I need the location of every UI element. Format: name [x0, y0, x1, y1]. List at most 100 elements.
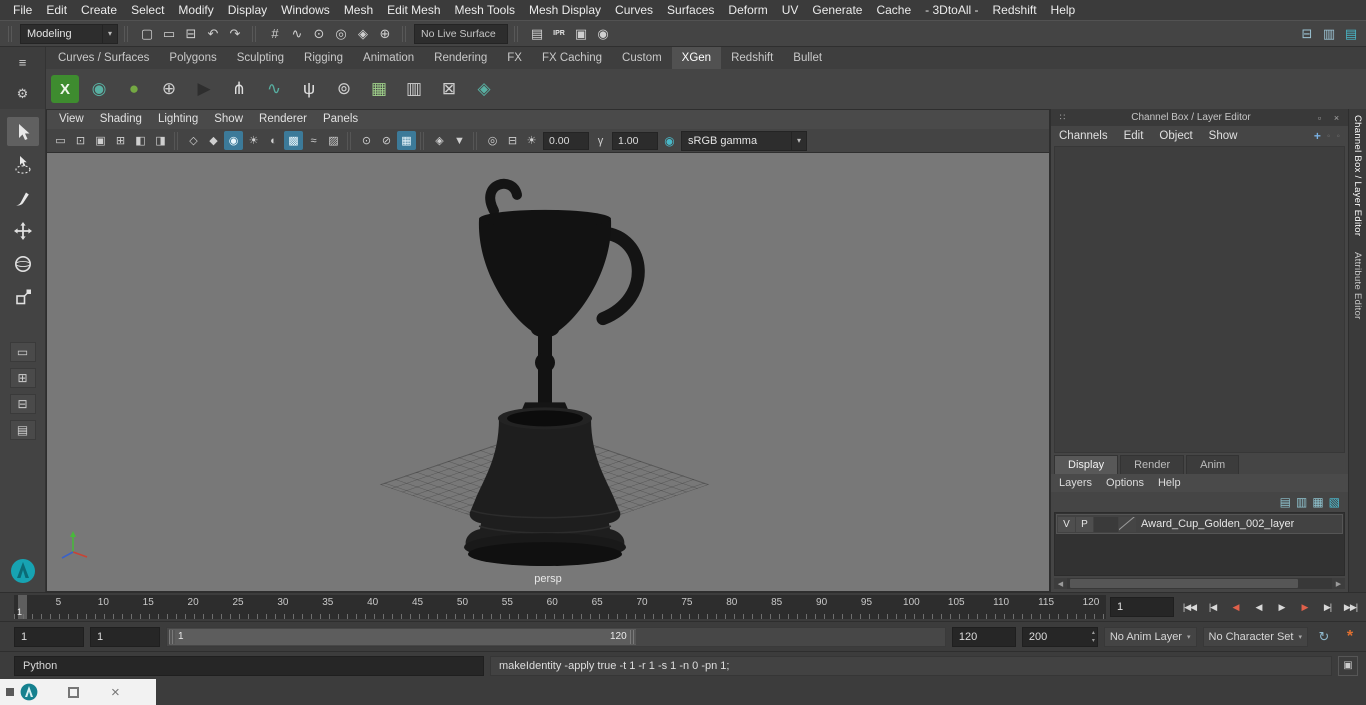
menu-item[interactable]: Modify: [171, 0, 220, 20]
channel-list-empty-area[interactable]: [1054, 146, 1345, 453]
color-management-icon[interactable]: ◉: [660, 131, 679, 150]
shelf-tab[interactable]: FX: [497, 47, 532, 69]
xgen-guide-tool-icon[interactable]: ⋔: [224, 74, 254, 104]
panel-grip-icon[interactable]: ∷: [1056, 112, 1069, 123]
sidebar-vertical-tab[interactable]: Channel Box / Layer Editor: [1352, 115, 1363, 236]
current-frame-field[interactable]: 1: [1110, 597, 1174, 617]
safe-title-icon[interactable]: ◨: [151, 131, 170, 150]
single-pane-layout-button[interactable]: ▭: [9, 342, 36, 362]
menu-item[interactable]: Help: [1044, 0, 1083, 20]
resolution-gate-icon[interactable]: ⊡: [71, 131, 90, 150]
range-bar[interactable]: 1 120: [169, 628, 636, 645]
new-layer-from-selected-icon[interactable]: ▦: [1312, 495, 1323, 509]
play-forwards-button[interactable]: ▶: [1270, 596, 1293, 618]
edit-menu[interactable]: Edit: [1124, 130, 1144, 142]
scene-filter-icon[interactable]: ▼: [450, 131, 469, 150]
manipulator-axis-icon[interactable]: +: [1314, 129, 1321, 143]
two-pane-layout-button[interactable]: ⊟: [9, 394, 36, 414]
textured-icon[interactable]: ◉: [224, 131, 243, 150]
range-track[interactable]: 1 120: [166, 626, 946, 647]
xgen-preview-refresh-icon[interactable]: ⊚: [329, 74, 359, 104]
xgen-create-collection-icon[interactable]: ●: [119, 74, 149, 104]
step-back-frame-button[interactable]: |◀: [1201, 596, 1224, 618]
layer-menu-item[interactable]: Options: [1106, 477, 1144, 489]
undo-icon[interactable]: ↶: [202, 23, 224, 45]
viewport-menu-item[interactable]: Shading: [92, 110, 150, 129]
section-grip[interactable]: [8, 25, 14, 42]
scroll-left-icon[interactable]: ◀: [1054, 578, 1067, 589]
plugin-filter-icon[interactable]: ◈: [430, 131, 449, 150]
go-to-start-button[interactable]: |◀◀: [1178, 596, 1201, 618]
toolbar-divider[interactable]: [347, 131, 353, 150]
toolbar-divider[interactable]: [420, 131, 426, 150]
close-window-icon[interactable]: ×: [111, 685, 120, 700]
film-gate-icon[interactable]: ▭: [51, 131, 70, 150]
ipr-render-icon[interactable]: IPR: [548, 23, 570, 45]
speed-state-icon[interactable]: ◦: [1327, 131, 1331, 142]
modeling-toolkit-toggle-icon[interactable]: ⊟: [1296, 23, 1318, 45]
xgen-density-mask-icon[interactable]: ▦: [364, 74, 394, 104]
layer-editor-tab[interactable]: Anim: [1186, 455, 1240, 474]
maya-app-icon[interactable]: [20, 683, 38, 701]
trophy-model[interactable]: [47, 153, 1049, 591]
shelf-tab[interactable]: Rendering: [424, 47, 497, 69]
gamma-field[interactable]: 1.00: [612, 131, 658, 150]
shelf-tab[interactable]: Rigging: [294, 47, 353, 69]
xray-icon[interactable]: ⊘: [377, 131, 396, 150]
viewport-menu-item[interactable]: Panels: [315, 110, 366, 129]
section-grip[interactable]: [402, 25, 408, 42]
open-scene-icon[interactable]: ▭: [158, 23, 180, 45]
layer-color-swatch[interactable]: [1119, 516, 1136, 532]
wireframe-on-shaded-icon[interactable]: ▦: [397, 131, 416, 150]
taskbar-mini-icon[interactable]: [6, 688, 14, 696]
menu-item[interactable]: File: [6, 0, 39, 20]
character-set-selector[interactable]: No Character Set ▾: [1202, 626, 1308, 647]
save-scene-icon[interactable]: ⊟: [180, 23, 202, 45]
snap-to-curve-icon[interactable]: ∿: [286, 23, 308, 45]
play-backwards-button[interactable]: ◀: [1247, 596, 1270, 618]
wireframe-icon[interactable]: ◇: [184, 131, 203, 150]
shelf-tab[interactable]: Custom: [612, 47, 672, 69]
xgen-groomable-spline-icon[interactable]: ψ: [294, 74, 324, 104]
pane-layout-icon[interactable]: ⊟: [503, 131, 522, 150]
move-tool-button[interactable]: [7, 216, 39, 245]
redo-icon[interactable]: ↷: [224, 23, 246, 45]
hypershade-icon[interactable]: ◉: [592, 23, 614, 45]
menu-item[interactable]: Redshift: [986, 0, 1044, 20]
shelf-tab[interactable]: Bullet: [783, 47, 832, 69]
screen-space-ao-icon[interactable]: ▩: [284, 131, 303, 150]
anim-layer-selector[interactable]: No Anim Layer ▾: [1103, 626, 1197, 647]
playback-end-field[interactable]: 120: [951, 626, 1016, 647]
layer-row[interactable]: V P Award_Cup_Golden_002_layer: [1056, 514, 1343, 534]
menu-item[interactable]: Mesh Display: [522, 0, 608, 20]
xgen-clear-preview-icon[interactable]: ⊠: [434, 74, 464, 104]
channel-box-toggle-icon[interactable]: ▥: [1318, 23, 1340, 45]
select-tool-button[interactable]: [6, 117, 39, 146]
xgen-open-editor-icon[interactable]: X: [51, 75, 79, 103]
menu-item[interactable]: Display: [221, 0, 274, 20]
motion-blur-icon[interactable]: ≈: [304, 131, 323, 150]
menu-set-selector[interactable]: Modeling ▾: [20, 23, 118, 44]
menu-item[interactable]: Windows: [274, 0, 337, 20]
layer-display-type-box[interactable]: [1094, 516, 1118, 532]
snap-to-grid-icon[interactable]: #: [264, 23, 286, 45]
animation-start-field[interactable]: 1: [14, 626, 84, 647]
snap-together-icon[interactable]: ⊕: [374, 23, 396, 45]
scrollbar-track[interactable]: [1067, 578, 1332, 589]
anti-aliasing-icon[interactable]: ▨: [324, 131, 343, 150]
xgen-region-mask-icon[interactable]: ▥: [399, 74, 429, 104]
shelf-tab[interactable]: XGen: [671, 47, 722, 69]
step-forward-key-button[interactable]: ▶: [1293, 596, 1316, 618]
viewport-menu-item[interactable]: Renderer: [251, 110, 315, 129]
shelf-tab[interactable]: Sculpting: [227, 47, 294, 69]
render-current-frame-icon[interactable]: ▤: [526, 23, 548, 45]
exposure-field[interactable]: 0.00: [543, 131, 589, 150]
script-editor-icon[interactable]: ▣: [1338, 655, 1358, 676]
menu-item[interactable]: Select: [124, 0, 171, 20]
menu-item[interactable]: Mesh Tools: [448, 0, 522, 20]
step-back-key-button[interactable]: ◀: [1224, 596, 1247, 618]
auto-keyframe-icon[interactable]: *: [1340, 627, 1360, 647]
menu-item[interactable]: - 3DtoAll -: [918, 0, 985, 20]
menu-item[interactable]: Generate: [805, 0, 869, 20]
outliner-persp-layout-button[interactable]: ▤: [9, 420, 36, 440]
